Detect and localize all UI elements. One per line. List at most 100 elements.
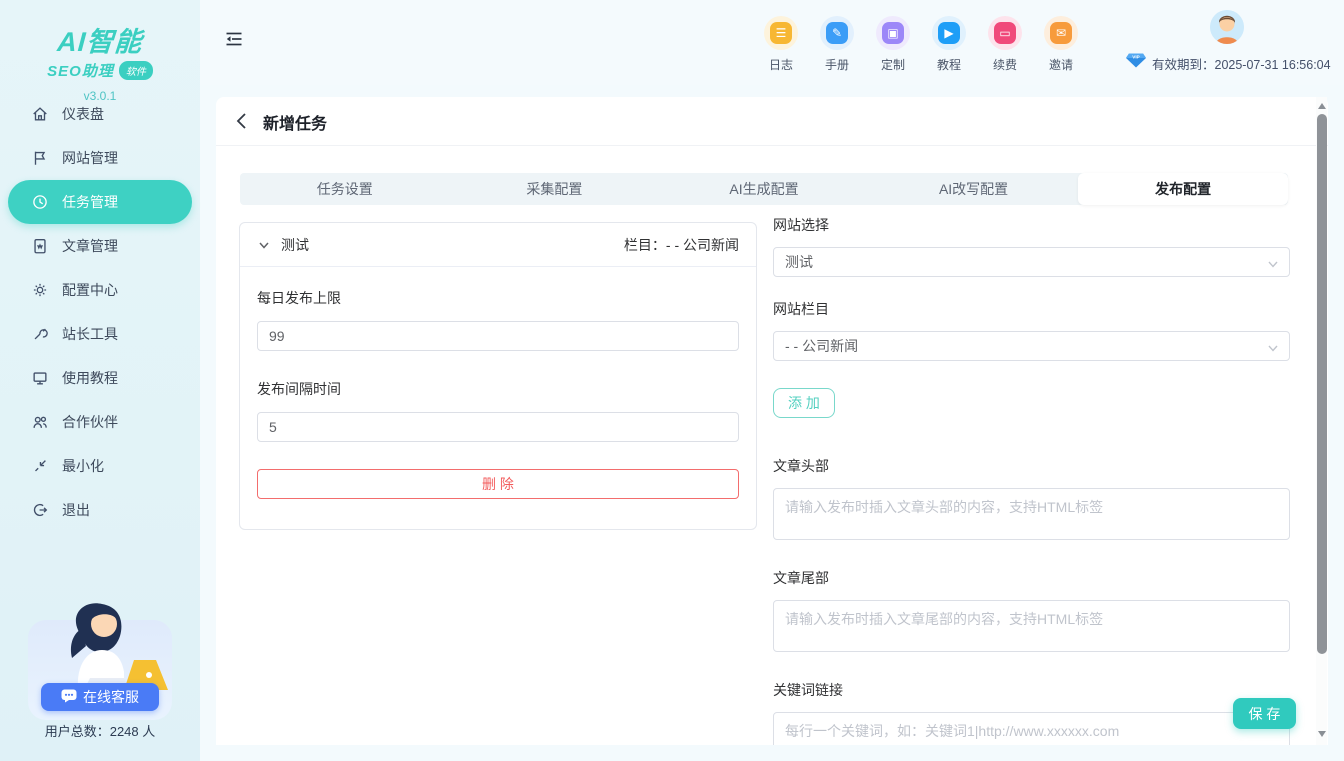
- tab-collect-config[interactable]: 采集配置: [450, 173, 660, 205]
- tab-ai-rewrite-config[interactable]: AI改写配置: [869, 173, 1079, 205]
- vip-expiry-text: 有效期到：2025-07-31 16:56:04: [1152, 54, 1331, 73]
- keyword-links-label: 关键词链接: [773, 680, 1290, 700]
- task-name: 测试: [281, 235, 309, 255]
- tab-bar: 任务设置 采集配置 AI生成配置 AI改写配置 发布配置: [240, 173, 1288, 205]
- task-column-info: 栏目：- - 公司新闻: [624, 235, 739, 255]
- topbar-item-label: 教程: [932, 56, 966, 73]
- scroll-up-arrow[interactable]: [1318, 103, 1326, 109]
- back-icon[interactable]: [233, 110, 251, 132]
- interval-label: 发布间隔时间: [257, 379, 739, 399]
- flag-icon: [31, 149, 49, 167]
- tab-publish-config[interactable]: 发布配置: [1078, 173, 1288, 205]
- logo-badge: 软件: [119, 61, 153, 80]
- customer-service-widget: 在线客服 用户总数：2248 人: [28, 598, 172, 740]
- topbar-item-label: 手册: [820, 56, 854, 73]
- site-select-value: 测试: [785, 252, 813, 272]
- article-header-textarea[interactable]: [773, 488, 1290, 540]
- document-icon: [31, 237, 49, 255]
- publish-form: 网站选择 测试 网站栏目 - - 公司新闻 添 加 文章头部 文章尾部 关键词链…: [773, 215, 1290, 745]
- sidebar-item-articles[interactable]: 文章管理: [0, 224, 200, 268]
- quick-icon-group: ☰ 日志 ✎ 手册 ▣ 定制 ▶ 教程 ▭ 续费 ✉ 邀请: [764, 16, 1078, 73]
- vertical-scrollbar[interactable]: [1316, 97, 1327, 745]
- topbar-item-label: 定制: [876, 56, 910, 73]
- task-card-header[interactable]: 测试 栏目：- - 公司新闻: [240, 223, 756, 267]
- site-select-label: 网站选择: [773, 215, 1290, 235]
- user-avatar[interactable]: [1210, 10, 1244, 44]
- topbar-item-tutorial[interactable]: ▶ 教程: [932, 16, 966, 73]
- sidebar-item-label: 仪表盘: [62, 104, 104, 124]
- topbar-item-label: 邀请: [1044, 56, 1078, 73]
- sidebar-item-label: 文章管理: [62, 236, 118, 256]
- sidebar: AI智能 SEO助理 软件 v3.0.1 仪表盘 网站管理 任务管理: [0, 0, 200, 761]
- sidebar-item-label: 使用教程: [62, 368, 118, 388]
- page-header: 新增任务: [216, 97, 1328, 146]
- logo-line1: AI智能: [0, 20, 201, 59]
- publish-task-card: 测试 栏目：- - 公司新闻 每日发布上限 发布间隔时间 删 除: [239, 222, 757, 530]
- scrollbar-thumb[interactable]: [1317, 114, 1327, 654]
- wrench-icon: [31, 325, 49, 343]
- site-select[interactable]: 测试: [773, 247, 1290, 277]
- sidebar-item-tutorials[interactable]: 使用教程: [0, 356, 200, 400]
- topbar-item-label: 日志: [764, 56, 798, 73]
- chat-icon: [61, 689, 77, 706]
- partners-icon: [31, 413, 49, 431]
- menu-fold-icon[interactable]: [224, 29, 244, 49]
- sidebar-item-label: 退出: [62, 500, 90, 520]
- monitor-icon: [31, 369, 49, 387]
- gear-icon: [31, 281, 49, 299]
- user-total-text: 用户总数：2248 人: [28, 721, 172, 740]
- daily-limit-label: 每日发布上限: [257, 288, 739, 308]
- clock-icon: [31, 193, 49, 211]
- column-select[interactable]: - - 公司新闻: [773, 331, 1290, 361]
- logo-line2: SEO助理: [47, 60, 114, 81]
- save-button[interactable]: 保 存: [1233, 698, 1296, 729]
- topbar-item-renew[interactable]: ▭ 续费: [988, 16, 1022, 73]
- sidebar-item-tasks[interactable]: 任务管理: [8, 180, 192, 224]
- topbar-item-custom[interactable]: ▣ 定制: [876, 16, 910, 73]
- chevron-down-icon[interactable]: [257, 238, 271, 252]
- vip-status: VIP 有效期到：2025-07-31 16:56:04: [1126, 53, 1331, 73]
- add-button[interactable]: 添 加: [773, 388, 835, 418]
- main-content: 新增任务 任务设置 采集配置 AI生成配置 AI改写配置 发布配置 测试 栏目：…: [216, 97, 1328, 745]
- sidebar-item-label: 任务管理: [62, 192, 118, 212]
- topbar-item-logs[interactable]: ☰ 日志: [764, 16, 798, 73]
- chevron-down-icon: [1267, 341, 1279, 353]
- sidebar-item-webmaster-tools[interactable]: 站长工具: [0, 312, 200, 356]
- home-icon: [31, 105, 49, 123]
- article-footer-textarea[interactable]: [773, 600, 1290, 652]
- topbar-item-manual[interactable]: ✎ 手册: [820, 16, 854, 73]
- daily-limit-input[interactable]: [257, 321, 739, 351]
- topbar-item-invite[interactable]: ✉ 邀请: [1044, 16, 1078, 73]
- delete-button[interactable]: 删 除: [257, 469, 739, 499]
- tab-ai-generate-config[interactable]: AI生成配置: [659, 173, 869, 205]
- article-header-label: 文章头部: [773, 456, 1290, 476]
- minimize-icon: [31, 457, 49, 475]
- log-icon: ☰: [770, 22, 792, 44]
- sidebar-item-minimize[interactable]: 最小化: [0, 444, 200, 488]
- sidebar-item-partners[interactable]: 合作伙伴: [0, 400, 200, 444]
- invite-icon: ✉: [1050, 22, 1072, 44]
- sidebar-item-logout[interactable]: 退出: [0, 488, 200, 532]
- column-select-label: 网站栏目: [773, 299, 1290, 319]
- interval-input[interactable]: [257, 412, 739, 442]
- app-logo: AI智能 SEO助理 软件 v3.0.1: [0, 0, 200, 103]
- page-title: 新增任务: [263, 110, 327, 134]
- sidebar-item-websites[interactable]: 网站管理: [0, 136, 200, 180]
- vip-icon: VIP: [1126, 53, 1146, 73]
- tutorial-icon: ▶: [938, 22, 960, 44]
- sidebar-item-config[interactable]: 配置中心: [0, 268, 200, 312]
- manual-icon: ✎: [826, 22, 848, 44]
- sidebar-item-label: 配置中心: [62, 280, 118, 300]
- topbar-item-label: 续费: [988, 56, 1022, 73]
- custom-icon: ▣: [882, 22, 904, 44]
- article-footer-label: 文章尾部: [773, 568, 1290, 588]
- topbar: ☰ 日志 ✎ 手册 ▣ 定制 ▶ 教程 ▭ 续费 ✉ 邀请: [200, 0, 1344, 85]
- logout-icon: [31, 501, 49, 519]
- tab-task-settings[interactable]: 任务设置: [240, 173, 450, 205]
- svg-text:VIP: VIP: [1132, 54, 1139, 59]
- sidebar-item-label: 合作伙伴: [62, 412, 118, 432]
- online-service-button[interactable]: 在线客服: [41, 683, 159, 711]
- keyword-links-textarea[interactable]: [773, 712, 1290, 745]
- scroll-down-arrow[interactable]: [1318, 731, 1326, 737]
- sidebar-item-dashboard[interactable]: 仪表盘: [0, 92, 200, 136]
